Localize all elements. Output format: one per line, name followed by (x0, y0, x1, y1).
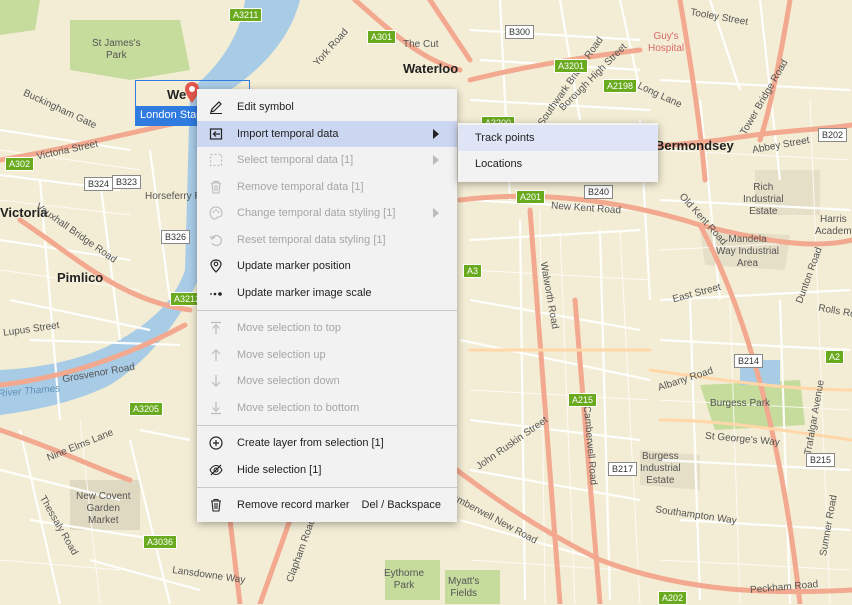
menu-item-move-selection-down[interactable]: Move selection down (197, 368, 457, 394)
road-shield-b240: B240 (584, 185, 614, 199)
arrow-to-top-icon (209, 321, 237, 335)
road-shield-a202: A202 (658, 591, 688, 605)
road-shield-a301: A301 (367, 30, 397, 44)
place-label-eythorne-park: Eythorne Park (384, 568, 425, 591)
road-shield-b214: B214 (734, 354, 764, 368)
menu-item-remove-record-marker[interactable]: Remove record marker Del / Backspace (197, 492, 457, 518)
place-label-burgess-park: Burgess Park (710, 398, 771, 409)
road-shield-a302: A302 (5, 157, 35, 171)
menu-item-move-selection-up[interactable]: Move selection up (197, 342, 457, 368)
palette-icon (209, 206, 237, 220)
menu-item-edit-symbol[interactable]: Edit symbol (197, 94, 457, 120)
road-shield-b326: B326 (161, 230, 191, 244)
select-dashed-icon (209, 153, 237, 167)
shortcut-hint: Del / Backspace (361, 499, 441, 511)
place-label-st-james-park: St James's Park (92, 38, 141, 61)
road-shield-a3211: A3211 (229, 8, 263, 22)
menu-item-remove-temporal-data[interactable]: Remove temporal data [1] (197, 174, 457, 200)
context-menu: Edit symbol Import temporal data Select … (197, 89, 457, 522)
road-shield-a2: A2 (825, 350, 845, 364)
place-label-guys-hospital: Guy's Hospital (648, 31, 685, 54)
submenu-arrow-icon (433, 208, 439, 218)
import-temporal-data-submenu: Track points Locations (458, 123, 658, 182)
menu-separator (197, 425, 457, 426)
pencil-icon (209, 100, 237, 114)
place-label-waterloo: Waterloo (403, 61, 459, 76)
place-label-burgess-industrial: Burgess Industrial Estate (640, 451, 681, 486)
location-pin-icon (209, 259, 237, 273)
submenu-item-track-points[interactable]: Track points (458, 125, 658, 151)
menu-item-update-marker-position[interactable]: Update marker position (197, 253, 457, 279)
menu-item-reset-temporal-data-styling[interactable]: Reset temporal data styling [1] (197, 227, 457, 253)
menu-item-move-selection-to-bottom[interactable]: Move selection to bottom (197, 395, 457, 421)
submenu-arrow-icon (433, 129, 439, 139)
menu-item-move-selection-to-top[interactable]: Move selection to top (197, 315, 457, 341)
menu-separator (197, 487, 457, 488)
import-icon (209, 127, 237, 141)
menu-item-hide-selection[interactable]: Hide selection [1] (197, 457, 457, 483)
road-shield-a3036: A3036 (143, 535, 178, 549)
road-label-the-cut: The Cut (403, 39, 439, 50)
menu-separator (197, 310, 457, 311)
road-shield-a215: A215 (568, 393, 598, 407)
road-shield-b300: B300 (505, 25, 535, 39)
menu-item-import-temporal-data[interactable]: Import temporal data (197, 121, 457, 147)
road-shield-a3205: A3205 (129, 402, 164, 416)
arrow-up-icon (209, 348, 237, 362)
plus-circle-icon (209, 436, 237, 450)
place-label-harris-academy: Harris Academ (815, 214, 852, 237)
road-shield-b217: B217 (608, 462, 638, 476)
road-shield-b202: B202 (818, 128, 848, 142)
road-shield-a3201: A3201 (554, 59, 589, 73)
road-shield-a201: A201 (516, 190, 546, 204)
scale-dots-icon (209, 286, 237, 300)
road-shield-b215: B215 (806, 453, 836, 467)
place-label-pimlico: Pimlico (57, 270, 104, 285)
trash-icon (209, 180, 237, 194)
road-shield-b323: B323 (112, 175, 142, 189)
menu-item-select-temporal-data[interactable]: Select temporal data [1] (197, 147, 457, 173)
road-shield-b324: B324 (84, 177, 114, 191)
submenu-item-locations[interactable]: Locations (458, 151, 658, 177)
road-shield-a2198: A2198 (603, 79, 638, 93)
place-label-rich-industrial-estate: Rich Industrial Estate (743, 182, 784, 217)
menu-item-create-layer-from-selection[interactable]: Create layer from selection [1] (197, 430, 457, 456)
menu-item-update-marker-image-scale[interactable]: Update marker image scale (197, 280, 457, 306)
eye-off-icon (209, 463, 237, 477)
undo-icon (209, 233, 237, 247)
menu-item-change-temporal-data-styling[interactable]: Change temporal data styling [1] (197, 200, 457, 226)
place-label-myatts-fields: Myatt's Fields (448, 576, 480, 599)
arrow-to-bottom-icon (209, 401, 237, 415)
trash-icon (209, 498, 237, 512)
submenu-arrow-icon (433, 155, 439, 165)
place-label-bermondsey: Bermondsey (655, 138, 734, 153)
place-label-new-covent-garden: New Covent Garden Market (76, 491, 131, 526)
arrow-down-icon (209, 374, 237, 388)
road-shield-a3: A3 (463, 264, 483, 278)
